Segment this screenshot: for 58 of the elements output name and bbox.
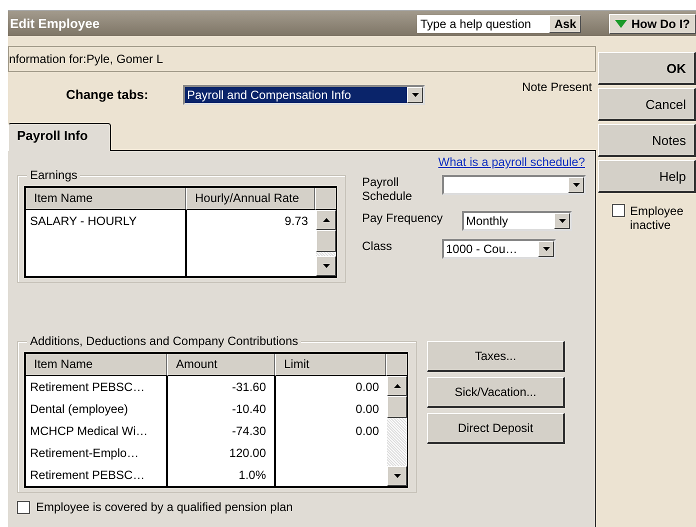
change-tabs-dropdown[interactable]: Payroll and Compensation Info	[183, 84, 425, 104]
scroll-down-icon[interactable]	[387, 466, 407, 486]
checkbox[interactable]	[612, 204, 625, 217]
dropdown-field[interactable]: 1000 - Cou…	[442, 239, 556, 259]
table-cell: SALARY - HOURLY	[26, 210, 187, 232]
table-cell: -31.60	[168, 376, 276, 398]
table-cell: Retirement PEBSC…	[26, 464, 168, 486]
table-cell: Retirement-Emplo…	[26, 442, 168, 464]
scroll-up-icon[interactable]	[316, 210, 336, 230]
help-search-field[interactable]: Type a help question	[417, 14, 550, 32]
ask-button[interactable]: Ask	[549, 14, 582, 32]
employee-name-field: nformation for:Pyle, Gomer L	[8, 46, 596, 72]
button[interactable]: Help	[598, 160, 696, 193]
button[interactable]: Taxes...	[427, 341, 565, 372]
scrollbar[interactable]	[316, 210, 336, 276]
scroll-thumb[interactable]	[316, 230, 336, 252]
table-cell: -74.30	[168, 420, 276, 442]
scrollbar[interactable]	[387, 376, 407, 486]
scroll-thumb[interactable]	[387, 396, 407, 418]
button[interactable]: Notes	[598, 124, 696, 157]
group-title: Earnings	[27, 168, 80, 182]
table-cell: Retirement PEBSC…	[26, 376, 168, 398]
table-cell: 1.0%	[168, 464, 276, 486]
table-cell: -10.40	[168, 398, 276, 420]
checkbox-label: Employee is covered by a qualified pension plan	[36, 500, 293, 514]
field-label: Class	[362, 239, 394, 253]
button[interactable]: Direct Deposit	[427, 413, 565, 444]
dropdown-field[interactable]: Monthly	[462, 211, 572, 231]
table-cell-text: 0.00	[354, 401, 380, 418]
column-header: Hourly/Annual Rate	[187, 188, 316, 210]
dropdown-field[interactable]	[442, 175, 586, 195]
table-cell: Dental (employee)	[26, 398, 168, 420]
checkbox[interactable]	[17, 500, 30, 514]
triangle-down-icon	[615, 20, 628, 28]
how-do-i-button[interactable]: How Do I?	[609, 14, 696, 34]
group-title: Additions, Deductions and Company Contributions	[27, 334, 302, 348]
tab[interactable]: Payroll Info	[8, 123, 111, 151]
window-title: Edit Employee	[10, 16, 101, 31]
table-cell: 120.00	[168, 442, 276, 464]
table-cell-text: 0.00	[354, 423, 380, 440]
button[interactable]: OK	[598, 52, 696, 85]
column-header: Item Name	[26, 188, 187, 210]
change-tabs-label: Change tabs:	[66, 87, 150, 102]
field-label: Pay Frequency	[362, 211, 444, 225]
column-header: Limit	[276, 354, 387, 376]
scroll-up-icon[interactable]	[387, 376, 407, 396]
field-label: Payroll Schedule	[362, 175, 414, 203]
table-cell-text: 9.73	[284, 213, 309, 230]
column-header: Amount	[168, 354, 276, 376]
button[interactable]: Cancel	[598, 88, 696, 121]
table-cell-text: 0.00	[354, 379, 380, 396]
payroll-schedule-link[interactable]: What is a payroll schedule?	[438, 155, 585, 169]
button[interactable]: Sick/Vacation...	[427, 377, 565, 408]
scroll-down-icon[interactable]	[316, 256, 336, 276]
checkbox-label: Employee inactive	[630, 204, 684, 232]
note-status: Note Present	[522, 80, 592, 94]
column-header: Item Name	[26, 354, 168, 376]
table-cell: MCHCP Medical Wi…	[26, 420, 168, 442]
